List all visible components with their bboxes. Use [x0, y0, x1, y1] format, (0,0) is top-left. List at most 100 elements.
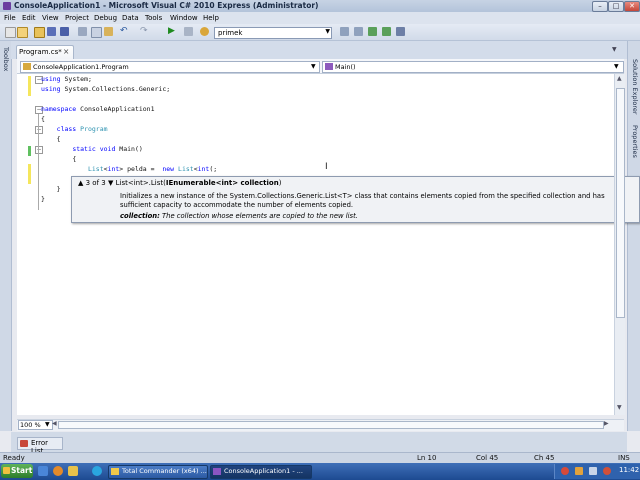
code-line: class Program [41, 125, 108, 133]
copy-icon[interactable] [91, 27, 102, 38]
save-icon[interactable] [47, 27, 56, 36]
maximize-button[interactable]: □ [608, 1, 624, 12]
code-token: System.Collections.Generic; [64, 85, 171, 93]
task-label: Total Commander (x64) ... [122, 467, 207, 475]
undo-icon[interactable]: ↶ [120, 27, 129, 36]
editor-gutter [17, 74, 31, 415]
member-combo-value: Main() [335, 63, 356, 71]
horizontal-scroll-thumb[interactable] [58, 421, 604, 429]
menu-window[interactable]: Window [170, 14, 198, 22]
start-page-icon[interactable] [396, 27, 405, 36]
menu-view[interactable]: View [42, 14, 59, 22]
config-value: primek [218, 29, 243, 37]
chevron-down-icon: ▼ [311, 63, 316, 70]
keyword-token: using [41, 75, 61, 83]
tray-icon[interactable] [575, 467, 583, 475]
quicklaunch-firefox-icon[interactable] [53, 466, 63, 476]
menu-help[interactable]: Help [203, 14, 219, 22]
keyword-token: void [99, 145, 116, 153]
chevron-down-icon: ▼ [45, 421, 50, 428]
new-project-icon[interactable] [5, 27, 16, 38]
total-commander-icon [111, 468, 119, 475]
start-label: Start [11, 466, 33, 475]
menu-project[interactable]: Project [65, 14, 89, 22]
code-token: > pelda = [119, 165, 159, 173]
solution-explorer-tab[interactable]: Solution Explorer [631, 59, 639, 115]
menu-debug[interactable]: Debug [94, 14, 117, 22]
taskbar-total-commander[interactable]: Total Commander (x64) ... [108, 465, 208, 479]
code-line: List<int> pelda = new List<int(; [41, 165, 217, 173]
object-browser-icon[interactable] [368, 27, 377, 36]
change-marker-saved [28, 76, 31, 96]
task-label: ConsoleApplication1 - ... [224, 467, 303, 475]
quicklaunch-desktop-icon[interactable] [38, 466, 48, 476]
tray-icon[interactable] [561, 467, 569, 475]
scroll-right-icon[interactable]: ▶ [604, 420, 609, 427]
add-item-icon[interactable] [17, 27, 28, 38]
signature-param: IEnumerable<int> collection [165, 179, 279, 187]
chevron-down-icon: ▼ [614, 63, 619, 70]
code-line: } [41, 195, 45, 203]
code-token: } [41, 195, 45, 203]
scroll-left-icon[interactable]: ◀ [52, 420, 57, 427]
status-column: Col 45 [476, 454, 499, 462]
code-token: { [72, 155, 77, 163]
properties-tab[interactable]: Properties [631, 125, 639, 158]
scroll-down-icon[interactable]: ▼ [617, 404, 622, 411]
tab-dropdown-icon[interactable]: ▼ [612, 46, 617, 53]
step-icon[interactable] [184, 27, 193, 36]
close-button[interactable]: ✕ [624, 1, 640, 12]
system-tray: 11:42 [554, 464, 640, 479]
keyword-token: namespace [41, 105, 77, 113]
taskbar-visual-studio[interactable]: ConsoleApplication1 - ... [210, 465, 312, 479]
keyword-token: int [107, 165, 120, 173]
scroll-up-icon[interactable]: ▲ [617, 75, 622, 82]
menu-edit[interactable]: Edit [22, 14, 36, 22]
vertical-scrollbar[interactable]: ▲ ▼ [614, 74, 625, 415]
minimize-button[interactable]: – [592, 1, 608, 12]
menu-data[interactable]: Data [122, 14, 139, 22]
tab-close-icon[interactable]: × [63, 47, 69, 56]
tab-program-cs[interactable]: Program.cs* × [16, 45, 74, 59]
cut-icon[interactable] [78, 27, 87, 36]
redo-icon[interactable]: ↷ [140, 27, 149, 36]
title-bar: ConsoleApplication1 - Microsoft Visual C… [0, 0, 640, 12]
overload-down-icon[interactable]: ▼ [108, 179, 113, 187]
parameter-info-tooltip: ▲ 3 of 3 ▼ List<int>.List(IEnumerable<in… [71, 176, 640, 223]
window-title: ConsoleApplication1 - Microsoft Visual C… [14, 1, 319, 10]
code-line: static void Main() [41, 145, 142, 153]
tray-icon[interactable] [603, 467, 611, 475]
status-insert-mode: INS [618, 454, 630, 462]
menu-file[interactable]: File [4, 14, 16, 22]
class-combo-value: ConsoleApplication1.Program [33, 63, 129, 71]
keyword-token: using [41, 85, 61, 93]
overload-up-icon[interactable]: ▲ [78, 179, 83, 187]
chevron-down-icon: ▼ [325, 28, 330, 35]
paste-icon[interactable] [104, 27, 113, 36]
code-token: (; [209, 165, 218, 173]
open-file-icon[interactable] [34, 27, 45, 38]
menu-tools[interactable]: Tools [145, 14, 162, 22]
menu-bar: File Edit View Project Debug Data Tools … [0, 12, 640, 24]
toolbox-strip[interactable]: Toolbox [0, 41, 12, 431]
start-button[interactable]: Start [1, 464, 33, 478]
toolbox-icon[interactable] [382, 27, 391, 36]
error-list-tab[interactable]: Error List [17, 437, 63, 455]
volume-icon[interactable] [589, 467, 597, 475]
quicklaunch-folder-icon[interactable] [68, 466, 78, 476]
quicklaunch-skype-icon[interactable] [92, 466, 102, 476]
toolbox-label: Toolbox [2, 47, 10, 72]
properties-icon[interactable] [354, 27, 363, 36]
save-all-icon[interactable] [60, 27, 69, 36]
scroll-thumb[interactable] [616, 88, 625, 318]
start-debugging-icon[interactable]: ▶ [168, 27, 177, 36]
text-cursor-icon: I [325, 162, 328, 172]
config-combo[interactable]: primek ▼ [214, 27, 332, 39]
find-icon[interactable] [200, 27, 209, 36]
class-combo[interactable]: ConsoleApplication1.Program ▼ [20, 61, 320, 73]
code-line: using System; [41, 75, 92, 83]
zoom-combo[interactable]: 100 % ▼ [18, 420, 53, 430]
solution-explorer-icon[interactable] [340, 27, 349, 36]
outline-line [38, 114, 39, 210]
member-combo[interactable]: Main() ▼ [322, 61, 624, 73]
